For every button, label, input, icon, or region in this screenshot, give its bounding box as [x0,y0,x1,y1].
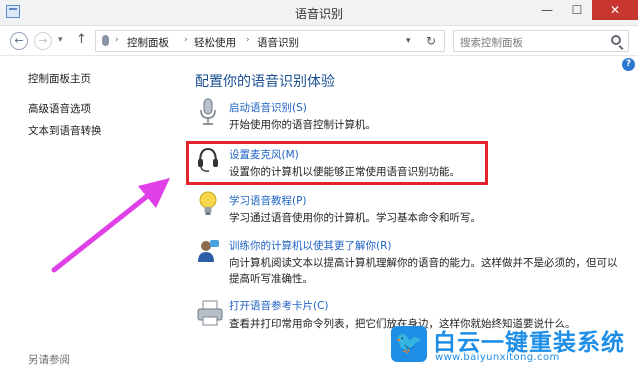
watermark-logo: 🐦 白云一键重装系统 www.baiyunxitong.com [387,322,638,373]
lightbulb-icon [199,191,217,215]
sidebar-item-advanced-speech-options[interactable]: 高级语音选项 [28,101,91,116]
refresh-icon[interactable]: ↻ [426,34,436,48]
breadcrumb-separator: › [115,35,119,45]
annotation-arrow [51,178,170,273]
task-link-speech-reference-card[interactable]: 打开语音参考卡片(C) [229,298,329,313]
address-dropdown-icon[interactable]: ▾ [406,36,411,46]
forward-button[interactable]: → [34,32,52,50]
breadcrumb-separator: › [184,35,188,45]
sidebar-item-text-to-speech[interactable]: 文本到语音转换 [28,123,102,138]
recent-locations-dropdown[interactable]: ▾ [58,35,63,45]
watermark-url: www.baiyunxitong.com [435,352,560,363]
up-button[interactable]: ↑ [76,32,87,47]
breadcrumb-separator: › [246,35,250,45]
printer-icon [197,300,223,326]
microphone-icon [102,35,109,46]
address-bar[interactable]: › 控制面板 › 轻松使用 › 语音识别 ▾ ↻ [95,30,445,52]
see-also-heading: 另请参阅 [28,354,70,366]
breadcrumb-speech-recognition[interactable]: 语音识别 [257,35,299,50]
minimize-button[interactable]: — [532,0,562,20]
highlight-box [186,141,488,185]
task-link-speech-tutorial[interactable]: 学习语音教程(P) [229,193,307,208]
search-placeholder: 搜索控制面板 [460,37,523,49]
search-icon[interactable] [611,35,621,45]
maximize-button[interactable]: ☐ [562,0,592,20]
task-desc-train-computer-line2: 提高听写准确性。 [229,273,313,285]
sidebar-item-control-panel-home[interactable]: 控制面板主页 [28,71,91,86]
breadcrumb-ease-of-access[interactable]: 轻松使用 [194,35,236,50]
help-icon[interactable]: ? [622,58,635,71]
task-desc-speech-tutorial: 学习通过语音使用你的计算机。学习基本命令和听写。 [229,212,481,224]
task-desc-start-speech-recognition: 开始使用你的语音控制计算机。 [229,119,376,131]
navigation-bar: ← → ▾ ↑ › 控制面板 › 轻松使用 › 语音识别 ▾ ↻ 搜索控制面板 [0,26,638,56]
back-button[interactable]: ← [10,32,28,50]
task-desc-train-computer-line1: 向计算机阅读文本以提高计算机理解你的语音的能力。这样做并不是必须的，但可以 [229,257,618,269]
task-link-start-speech-recognition[interactable]: 启动语音识别(S) [229,100,307,115]
title-bar: 语音识别 — ☐ ✕ [0,0,638,26]
search-input[interactable]: 搜索控制面板 [453,30,629,52]
breadcrumb-control-panel[interactable]: 控制面板 [127,35,169,50]
user-speech-icon [198,240,219,262]
microphone-icon [200,98,216,125]
close-button[interactable]: ✕ [592,0,638,20]
bird-icon: 🐦 [391,326,427,362]
task-link-train-computer[interactable]: 训练你的计算机以使其更了解你(R) [229,238,392,253]
page-title: 配置你的语音识别体验 [195,74,335,90]
